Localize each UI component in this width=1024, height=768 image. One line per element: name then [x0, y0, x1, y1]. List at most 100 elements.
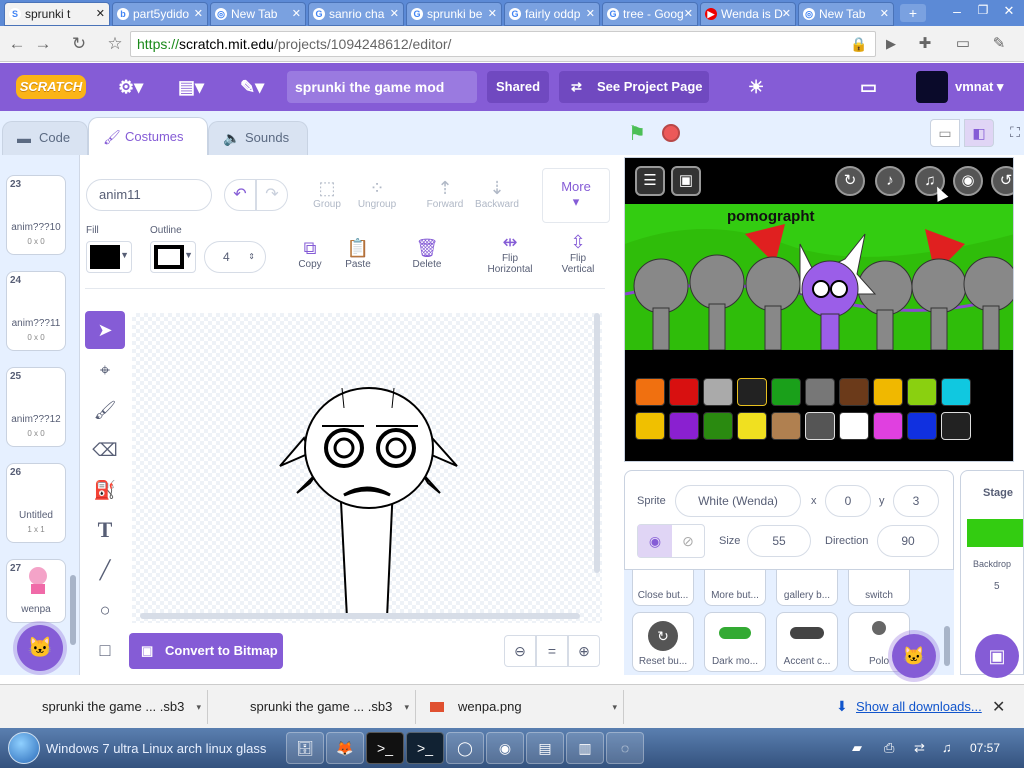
browser-tab[interactable]: ▶ Wenda is D ✕: [700, 2, 796, 26]
green-flag-icon[interactable]: ⚑: [628, 121, 646, 146]
reset-icon[interactable]: ↻: [835, 166, 865, 196]
purple-horns-icon[interactable]: [669, 412, 699, 440]
browser-tab[interactable]: Gsanrio cha ✕: [308, 2, 404, 26]
flip-horizontal-button[interactable]: ⇹ Flip Horizontal: [480, 231, 540, 275]
browser-tab[interactable]: ◎ New Tab ✕: [798, 2, 894, 26]
sprite-list-scrollbar[interactable]: [944, 626, 950, 666]
costume-item[interactable]: 24 anim???11 0 x 0: [6, 271, 66, 351]
close-icon[interactable]: ✕: [390, 3, 399, 25]
canvas-scrollbar-horizontal[interactable]: [140, 613, 580, 619]
window-close-icon[interactable]: ✕: [998, 3, 1020, 21]
stop-icon[interactable]: [662, 124, 680, 142]
reload-icon[interactable]: ↻: [68, 33, 90, 55]
bookmark-star-icon[interactable]: ☆: [104, 33, 126, 55]
chevron-down-icon[interactable]: ▾: [404, 690, 409, 724]
brown-box-icon[interactable]: [839, 378, 869, 406]
tab-sounds[interactable]: 🔈 Sounds: [208, 121, 308, 155]
select-tool-icon[interactable]: ➤: [85, 311, 125, 349]
costume-item[interactable]: 25 anim???12 0 x 0: [6, 367, 66, 447]
y-position-input[interactable]: 3: [893, 485, 939, 517]
direction-input[interactable]: 90: [877, 525, 939, 557]
browser-tab[interactable]: Gsprunki be ✕: [406, 2, 502, 26]
grey-hat-icon[interactable]: [703, 378, 733, 406]
sprite-tile[interactable]: Close but...: [632, 570, 694, 606]
add-costume-button[interactable]: 🐱: [17, 625, 63, 671]
costume-item[interactable]: 27 wenpa: [6, 559, 66, 623]
show-all-downloads-link[interactable]: Show all downloads...: [856, 699, 982, 714]
red-hair-icon[interactable]: [669, 378, 699, 406]
blue-head-icon[interactable]: [907, 412, 937, 440]
my-stuff-folder-icon[interactable]: ▭: [860, 77, 877, 97]
lock-icon[interactable]: 🔒: [848, 33, 870, 55]
close-icon[interactable]: ✕: [194, 3, 203, 25]
fill-color-picker[interactable]: ▼: [86, 241, 132, 273]
tree-icon[interactable]: [703, 412, 733, 440]
browser-globe-icon[interactable]: ◌: [606, 732, 644, 764]
zoom-in-button[interactable]: ⊕: [568, 635, 600, 667]
browser-tab[interactable]: ◎ New Tab ✕: [210, 2, 306, 26]
sprite-tile[interactable]: ↻ Reset bu...: [632, 612, 694, 672]
sprite-tile[interactable]: gallery b...: [776, 570, 838, 606]
sprite-name-input[interactable]: White (Wenda): [675, 485, 801, 517]
close-icon[interactable]: ✕: [782, 3, 791, 25]
firefox-icon[interactable]: 🦊: [326, 732, 364, 764]
ungroup-button[interactable]: ⁘ Ungroup: [352, 177, 402, 210]
new-tab-button[interactable]: +: [900, 4, 926, 22]
fullscreen-icon[interactable]: ⛶: [1000, 119, 1024, 147]
redo-button[interactable]: ↷: [256, 179, 288, 211]
theme-lightbulb-icon[interactable]: ☀: [748, 77, 764, 97]
outline-color-picker[interactable]: ▼: [150, 241, 196, 273]
settings-gear-icon[interactable]: ⚙▾: [118, 77, 143, 97]
line-tool-icon[interactable]: ╱: [85, 551, 125, 589]
back-icon[interactable]: ←: [6, 33, 28, 55]
chevron-down-icon[interactable]: ▾: [612, 690, 617, 724]
add-sprite-button[interactable]: 🐱: [892, 634, 936, 678]
printer-tray-icon[interactable]: ⎙: [884, 740, 894, 756]
avatar[interactable]: [916, 71, 948, 103]
sprite-tile[interactable]: switch: [848, 570, 910, 606]
close-icon[interactable]: ✕: [488, 3, 497, 25]
sprite-tile[interactable]: Dark mo...: [704, 612, 766, 672]
scratch-logo[interactable]: SCRATCH: [16, 75, 86, 99]
size-input[interactable]: 55: [747, 525, 811, 557]
grey-glasses-icon[interactable]: [805, 378, 835, 406]
extensions-puzzle-icon[interactable]: ✚: [914, 33, 936, 55]
more-button[interactable]: More ▾: [542, 168, 610, 223]
paint-canvas[interactable]: [132, 313, 602, 623]
brown-hat-icon[interactable]: [771, 412, 801, 440]
green-spikes-icon[interactable]: [907, 378, 937, 406]
minimize-icon[interactable]: –: [946, 3, 968, 21]
small-stage-button[interactable]: ▭: [930, 119, 960, 147]
edit-pencil-icon[interactable]: ✎▾: [240, 77, 264, 97]
black-hat-icon[interactable]: [941, 412, 971, 440]
page-menu-icon[interactable]: ▭: [952, 33, 974, 55]
start-button[interactable]: [8, 732, 40, 764]
yellow-crown-icon[interactable]: [737, 412, 767, 440]
tab-costumes[interactable]: 🖌 Costumes: [88, 117, 208, 155]
chevron-down-icon[interactable]: ▾: [196, 690, 201, 724]
file-manager-icon[interactable]: 🗄: [286, 732, 324, 764]
orange-hair-icon[interactable]: [635, 378, 665, 406]
play-extension-icon[interactable]: ▶: [880, 33, 902, 55]
fill-bucket-tool-icon[interactable]: ⛽: [85, 471, 125, 509]
close-icon[interactable]: ✕: [586, 3, 595, 25]
forward-icon[interactable]: →: [32, 33, 54, 55]
username[interactable]: vmnat ▾: [955, 79, 1003, 95]
group-button[interactable]: ⬚ Group: [302, 177, 352, 210]
gallery-icon[interactable]: ▣: [671, 166, 701, 196]
paste-button[interactable]: 📋 Paste: [333, 237, 383, 270]
text-tool-icon[interactable]: T: [85, 511, 125, 549]
zoom-out-button[interactable]: ⊖: [504, 635, 536, 667]
sun-icon[interactable]: [635, 412, 665, 440]
add-backdrop-button[interactable]: ▣: [975, 634, 1019, 678]
stroke-width-input[interactable]: 4 ⇕: [204, 241, 266, 273]
circle-tool-icon[interactable]: ○: [85, 591, 125, 629]
app-window-icon[interactable]: ▥: [566, 732, 604, 764]
eye-icon[interactable]: ◉: [953, 166, 983, 196]
costume-item[interactable]: 26 Untitled 1 x 1: [6, 463, 66, 543]
tv-icon[interactable]: [737, 378, 767, 406]
forward-button[interactable]: ⇡ Forward: [420, 177, 470, 210]
costume-item[interactable]: 23 anim???10 0 x 0: [6, 175, 66, 255]
flower-icon[interactable]: [771, 378, 801, 406]
backward-button[interactable]: ⇣ Backward: [472, 177, 522, 210]
